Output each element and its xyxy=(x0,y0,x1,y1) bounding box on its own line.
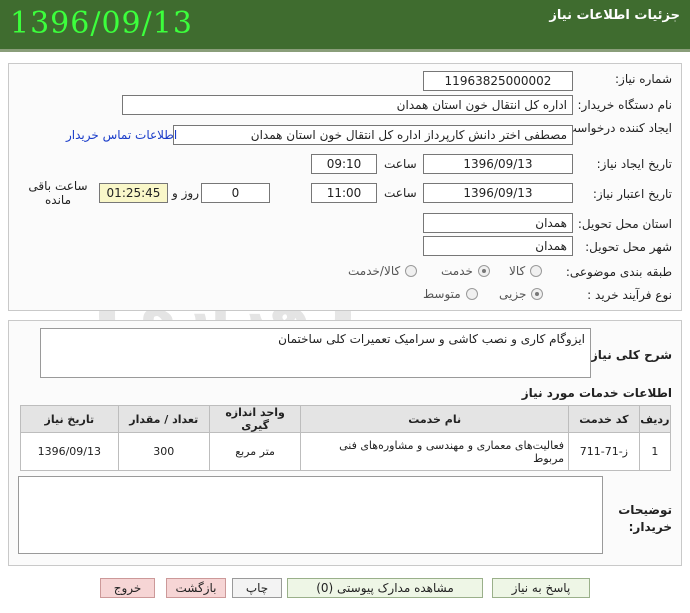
table-row: 1 ز-71-711 فعالیت‌های معماری و مهندسی و … xyxy=(20,432,672,471)
radio-button-icon[interactable] xyxy=(405,265,418,277)
category-label: طبقه بندی موضوعی: xyxy=(565,265,672,279)
buyer-org-label: نام دستگاه خریدار: xyxy=(577,98,673,112)
category-option-goods-service[interactable]: کالا/خدمت xyxy=(348,264,418,278)
process-option-medium[interactable]: متوسط xyxy=(423,287,478,301)
created-time-field: 09:10 xyxy=(311,154,377,174)
column-header-service-name: نام خدمت xyxy=(300,405,570,433)
description-textarea[interactable]: ایزوگام کاری و نصب کاشی و سرامیک تعمیرات… xyxy=(40,328,591,378)
created-time-label: ساعت xyxy=(384,157,417,171)
buyer-org-field: اداره کل انتقال خون استان همدان xyxy=(122,95,573,115)
validity-date-field: 1396/09/13 xyxy=(423,183,573,203)
view-attachments-button[interactable]: مشاهده مدارک پیوستی (0) xyxy=(287,578,483,598)
requester-field: مصطفی اختر دانش کارپرداز اداره کل انتقال… xyxy=(173,125,573,145)
radio-button-checked-icon[interactable] xyxy=(477,265,490,277)
city-label: شهر محل تحویل: xyxy=(585,240,672,254)
column-header-row-number: ردیف xyxy=(638,405,672,433)
validity-time-label: ساعت xyxy=(384,186,417,200)
cell-need-date: 1396/09/13 xyxy=(20,432,119,471)
services-section-title: اطلاعات خدمات مورد نیاز xyxy=(521,386,672,400)
services-table: ردیف کد خدمت نام خدمت واحد اندازه گیری ت… xyxy=(20,405,672,471)
radio-button-icon[interactable] xyxy=(530,265,543,277)
cell-row-number: 1 xyxy=(638,432,672,471)
buyer-contact-link[interactable]: اطلاعات تماس خریدار xyxy=(66,128,177,142)
validity-date-label: تاریخ اعتبار نیاز: xyxy=(592,187,672,201)
exit-button[interactable]: خروج xyxy=(100,578,155,598)
services-table-header-row: ردیف کد خدمت نام خدمت واحد اندازه گیری ت… xyxy=(20,405,672,433)
column-header-service-code: کد خدمت xyxy=(568,405,640,433)
buyer-notes-textarea[interactable] xyxy=(18,476,603,554)
need-number-field: 1196382500000‌2 xyxy=(423,71,573,91)
requester-label: ایجاد کننده درخواست: xyxy=(561,121,672,135)
category-option-service[interactable]: خدمت xyxy=(441,264,490,278)
column-header-quantity: تعداد / مقدار xyxy=(117,405,210,433)
description-label: شرح کلی نیاز: xyxy=(586,348,672,362)
validity-time-field: 11:00 xyxy=(311,183,377,203)
remaining-time-field: 01:25:45 xyxy=(99,183,168,203)
process-type-label: نوع فرآیند خرید : xyxy=(587,288,672,302)
category-option-goods[interactable]: کالا xyxy=(509,264,543,278)
column-header-need-date: تاریخ نیاز xyxy=(20,405,119,433)
cell-quantity: 300 xyxy=(117,432,210,471)
remaining-time-label: ساعت باقی مانده xyxy=(28,179,88,207)
back-button[interactable]: بازگشت xyxy=(166,578,226,598)
days-label: روز و xyxy=(172,186,199,200)
print-button[interactable]: چاپ xyxy=(232,578,282,598)
created-date-label: تاریخ ایجاد نیاز: xyxy=(596,157,672,171)
radio-button-checked-icon[interactable] xyxy=(531,288,544,300)
cell-service-code: ز-71-711 xyxy=(568,432,640,471)
cell-unit: متر مربع xyxy=(208,432,302,471)
cell-service-name: فعالیت‌های معماری و مهندسی و مشاوره‌های … xyxy=(300,432,570,471)
remaining-days-field: 0 xyxy=(201,183,270,203)
province-field: همدان xyxy=(423,213,573,233)
need-number-label: شماره نیاز: xyxy=(615,72,672,86)
page-title: جزئیات اطلاعات نیاز xyxy=(549,8,680,23)
created-date-field: 1396/09/13 xyxy=(423,154,573,174)
reply-button[interactable]: پاسخ به نیاز xyxy=(492,578,590,598)
header-date: 1396/09/13 xyxy=(10,6,193,41)
process-option-minor[interactable]: جزیی xyxy=(499,287,544,301)
page-header: جزئیات اطلاعات نیاز 1396/09/13 xyxy=(0,0,690,52)
city-field: همدان xyxy=(423,236,573,256)
province-label: استان محل تحویل: xyxy=(577,217,672,231)
radio-button-icon[interactable] xyxy=(465,288,478,300)
buyer-notes-label: توضیحات خریدار: xyxy=(618,503,672,534)
column-header-unit: واحد اندازه گیری xyxy=(208,405,302,433)
